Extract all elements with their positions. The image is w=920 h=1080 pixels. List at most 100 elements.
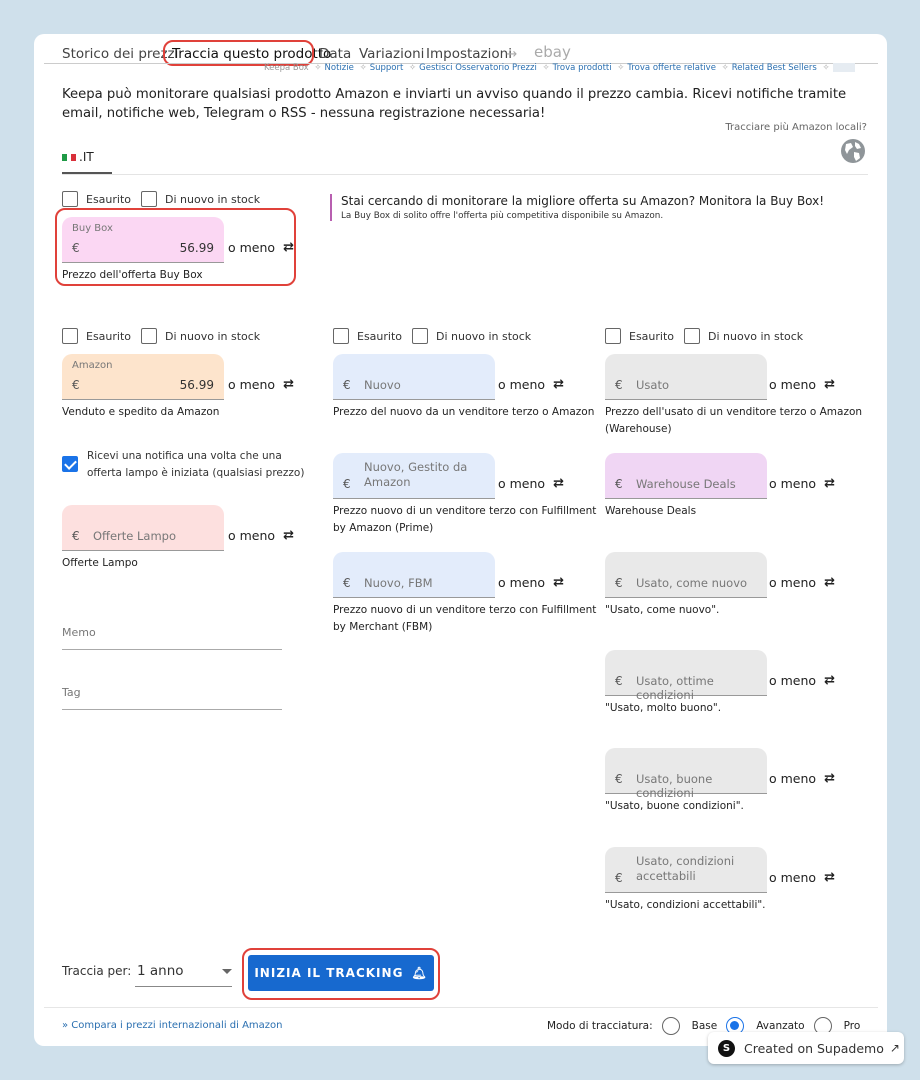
used-very-good-caption: "Usato, molto buono".: [605, 702, 722, 714]
mode-pro-label: Pro: [843, 1020, 861, 1032]
tab-arrow-icon: →: [506, 46, 518, 62]
track-duration-select[interactable]: 1 anno: [135, 957, 232, 987]
new-caption: Prezzo del nuovo da un venditore terzo o…: [333, 406, 595, 418]
more-locales-link[interactable]: Tracciare più Amazon locali?: [725, 122, 867, 133]
new-fba-placeholder: Nuovo, Gestito da Amazon: [364, 460, 468, 489]
repeat-icon[interactable]: ⇄: [824, 870, 835, 885]
euro-icon: €: [615, 871, 623, 885]
back-in-stock-label: Di nuovo in stock: [708, 329, 804, 343]
or-less-toggle[interactable]: o meno ⇄: [769, 673, 835, 688]
euro-icon: €: [615, 477, 623, 491]
sublink-related-offers[interactable]: Trova offerte relative: [627, 63, 716, 73]
supademo-badge[interactable]: S Created on Supademo ↗: [708, 1032, 904, 1064]
back-in-stock-checkbox[interactable]: [412, 328, 429, 344]
out-of-stock-checkbox[interactable]: [62, 328, 78, 344]
back-in-stock-label: Di nuovo in stock: [165, 192, 261, 206]
repeat-icon[interactable]: ⇄: [824, 673, 835, 688]
sep-icon: ✧: [359, 63, 367, 73]
warehouse-placeholder: Warehouse Deals: [636, 477, 736, 491]
or-less-toggle[interactable]: o meno ⇄: [498, 377, 564, 392]
used-good-input[interactable]: € Usato, buone condizioni: [605, 748, 767, 800]
used-very-good-placeholder: Usato, ottime condizioni: [636, 674, 714, 702]
or-less-toggle[interactable]: o meno ⇄: [769, 476, 835, 491]
flash-deal-price-input[interactable]: € Offerte Lampo: [62, 505, 224, 551]
locale-divider: [62, 174, 868, 175]
sublink-best-sellers[interactable]: Related Best Sellers: [732, 63, 817, 73]
sublink-support[interactable]: Support: [370, 63, 404, 73]
back-in-stock-checkbox[interactable]: [141, 328, 158, 344]
globe-icon[interactable]: [840, 138, 866, 164]
euro-icon: €: [343, 378, 351, 392]
out-of-stock-checkbox[interactable]: [605, 328, 621, 344]
supademo-text: Created on Supademo: [744, 1040, 884, 1056]
tab-data[interactable]: Data: [319, 46, 351, 62]
or-less-toggle[interactable]: o meno ⇄: [228, 377, 294, 392]
or-less-label: o meno: [769, 377, 817, 392]
repeat-icon[interactable]: ⇄: [283, 528, 294, 543]
back-in-stock-label: Di nuovo in stock: [436, 329, 532, 343]
out-of-stock-checkbox[interactable]: [333, 328, 349, 344]
compare-international-link[interactable]: » Compara i prezzi internazionali di Ama…: [62, 1020, 283, 1031]
or-less-label: o meno: [769, 575, 817, 590]
buybox-stock-checkboxes: Esaurito Di nuovo in stock: [62, 191, 260, 207]
repeat-icon[interactable]: ⇄: [553, 575, 564, 590]
back-in-stock-label: Di nuovo in stock: [165, 329, 261, 343]
repeat-icon[interactable]: ⇄: [824, 771, 835, 786]
repeat-icon[interactable]: ⇄: [824, 377, 835, 392]
or-less-toggle[interactable]: o meno ⇄: [769, 575, 835, 590]
used-price-input[interactable]: € Usato: [605, 354, 767, 400]
locale-tab-it[interactable]: .IT: [62, 142, 94, 172]
track-duration-label: Traccia per:: [62, 964, 132, 978]
or-less-toggle[interactable]: o meno ⇄: [228, 528, 294, 543]
back-in-stock-checkbox[interactable]: [684, 328, 701, 344]
tab-settings[interactable]: Impostazioni: [426, 46, 512, 62]
track-duration-value: 1 anno: [137, 963, 184, 979]
out-of-stock-label: Esaurito: [86, 192, 132, 206]
used-acceptable-input[interactable]: € Usato, condizioni accettabili: [605, 847, 767, 893]
sep-icon: ✧: [409, 63, 417, 73]
amazon-field-label: Amazon: [72, 360, 113, 371]
external-link-icon: ↗: [889, 1041, 900, 1055]
mode-base-radio[interactable]: [661, 1017, 680, 1035]
or-less-toggle[interactable]: o meno ⇄: [769, 771, 835, 786]
flash-deal-checkbox[interactable]: [62, 456, 78, 472]
or-less-toggle[interactable]: o meno ⇄: [769, 870, 835, 885]
repeat-icon[interactable]: ⇄: [283, 377, 294, 392]
or-less-toggle[interactable]: o meno ⇄: [498, 476, 564, 491]
sublink-manage-tracker[interactable]: Gestisci Osservatorio Prezzi: [419, 63, 537, 73]
or-less-toggle[interactable]: o meno ⇄: [769, 377, 835, 392]
repeat-icon[interactable]: ⇄: [824, 476, 835, 491]
new-fba-price-input[interactable]: € Nuovo, Gestito da Amazon: [333, 453, 495, 499]
amazon-price-input[interactable]: Amazon € 56.99: [62, 354, 224, 400]
or-less-label: o meno: [498, 575, 546, 590]
sep-icon: ✧: [822, 63, 830, 73]
tag-placeholder: Tag: [62, 686, 81, 699]
tab-price-history[interactable]: Storico dei prezzi: [62, 46, 178, 62]
repeat-icon[interactable]: ⇄: [553, 377, 564, 392]
used-like-new-input[interactable]: € Usato, come nuovo: [605, 552, 767, 598]
used-like-new-caption: "Usato, come nuovo".: [605, 604, 720, 616]
memo-input[interactable]: Memo: [62, 626, 282, 650]
new-fbm-price-input[interactable]: € Nuovo, FBM: [333, 552, 495, 598]
buybox-info-note: Stai cercando di monitorare la migliore …: [330, 194, 824, 221]
sublink-overflow: [832, 63, 855, 72]
tab-ebay[interactable]: ebay: [534, 43, 571, 61]
euro-icon: €: [615, 378, 623, 392]
new-placeholder: Nuovo: [364, 378, 401, 392]
out-of-stock-checkbox[interactable]: [62, 191, 78, 207]
new-price-input[interactable]: € Nuovo: [333, 354, 495, 400]
used-very-good-input[interactable]: € Usato, ottime condizioni: [605, 650, 767, 702]
or-less-toggle[interactable]: o meno ⇄: [498, 575, 564, 590]
repeat-icon[interactable]: ⇄: [553, 476, 564, 491]
sublink-find-products[interactable]: Trova prodotti: [553, 63, 612, 73]
back-in-stock-checkbox[interactable]: [141, 191, 158, 207]
tag-input[interactable]: Tag: [62, 686, 282, 710]
out-of-stock-label: Esaurito: [86, 329, 132, 343]
warehouse-caption: Warehouse Deals: [605, 505, 697, 517]
repeat-icon[interactable]: ⇄: [824, 575, 835, 590]
sep-icon: ✧: [542, 63, 550, 73]
sublink-news[interactable]: Notizie: [325, 63, 354, 73]
tab-variations[interactable]: Variazioni: [359, 46, 424, 62]
used-stock-checkboxes: Esaurito Di nuovo in stock: [605, 328, 803, 344]
warehouse-price-input[interactable]: € Warehouse Deals: [605, 453, 767, 499]
